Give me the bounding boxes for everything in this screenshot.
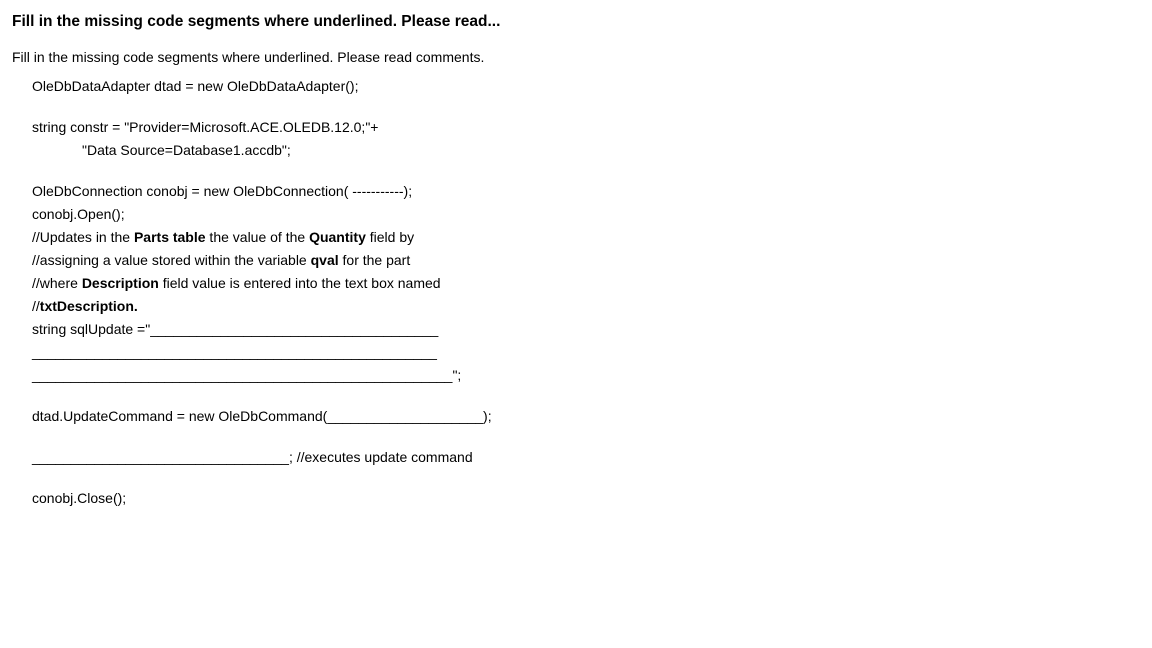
code-comment: //Updates in the Parts table the value o… bbox=[32, 227, 1140, 248]
code-comment: //txtDescription. bbox=[32, 296, 1140, 317]
code-comment: //where Description field value is enter… bbox=[32, 273, 1140, 294]
code-line: OleDbConnection conobj = new OleDbConnec… bbox=[32, 181, 1140, 202]
code-line: conobj.Open(); bbox=[32, 204, 1140, 225]
code-line: string constr = "Provider=Microsoft.ACE.… bbox=[32, 117, 1140, 138]
code-line: conobj.Close(); bbox=[32, 488, 1140, 509]
code-line: ________________________________________… bbox=[32, 365, 1140, 386]
subtitle-text: Fill in the missing code segments where … bbox=[12, 47, 1140, 68]
code-line: dtad.UpdateCommand = new OleDbCommand(__… bbox=[32, 406, 1140, 427]
code-block: OleDbDataAdapter dtad = new OleDbDataAda… bbox=[12, 76, 1140, 509]
code-line: "Data Source=Database1.accdb"; bbox=[32, 140, 1140, 161]
code-line: ________________________________________… bbox=[32, 342, 1140, 363]
code-line: OleDbDataAdapter dtad = new OleDbDataAda… bbox=[32, 76, 1140, 97]
code-line: string sqlUpdate ="_____________________… bbox=[32, 319, 1140, 340]
page-title: Fill in the missing code segments where … bbox=[12, 10, 1140, 33]
code-line: _________________________________; //exe… bbox=[32, 447, 1140, 468]
code-comment: //assigning a value stored within the va… bbox=[32, 250, 1140, 271]
